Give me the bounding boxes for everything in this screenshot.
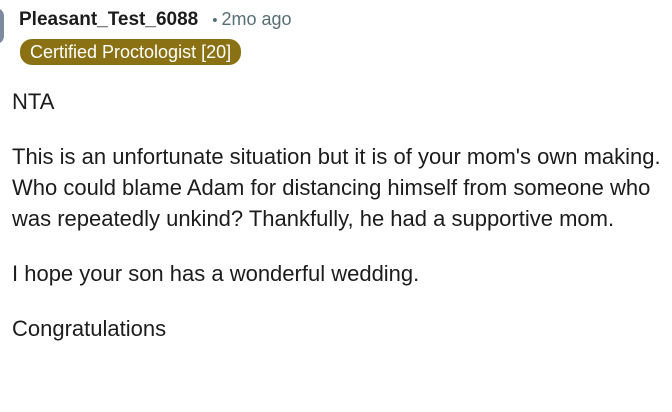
comment-paragraph: I hope your son has a wonderful wedding.: [12, 261, 420, 286]
username-link[interactable]: Pleasant_Test_6088: [19, 9, 198, 31]
comment-meta: Pleasant_Test_6088 • 2mo ago: [19, 9, 292, 31]
user-flair-badge: Certified Proctologist [20]: [20, 39, 242, 65]
comment-paragraph: NTA: [12, 89, 55, 114]
comment-paragraph: This is an unfortunate situation but it …: [12, 144, 661, 231]
comment-paragraph: Congratulations: [12, 316, 167, 341]
comment: Pleasant_Test_6088 • 2mo ago Certified P…: [0, 0, 672, 412]
comment-body: NTA This is an unfortunate situation but…: [12, 86, 662, 368]
meta-separator: •: [212, 12, 218, 29]
avatar[interactable]: [0, 8, 4, 44]
timestamp-link[interactable]: 2mo ago: [221, 9, 291, 30]
